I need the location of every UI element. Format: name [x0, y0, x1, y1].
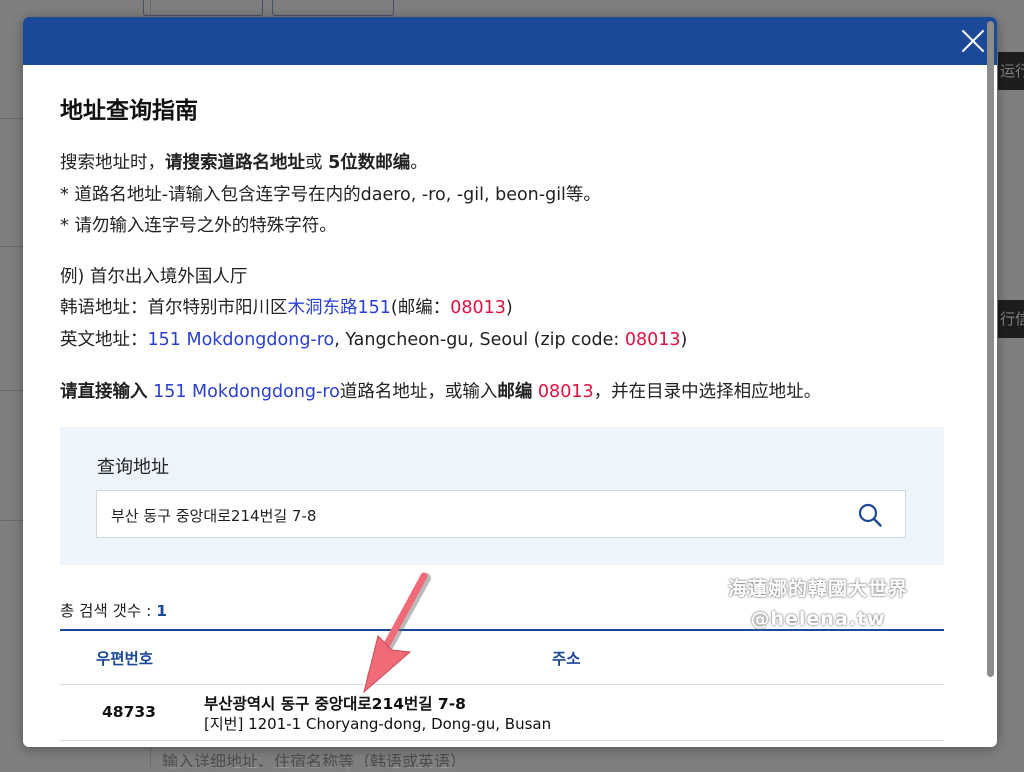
- example-english-address: 英文地址：151 Mokdongdong-ro, Yangcheon-gu, S…: [60, 326, 687, 351]
- example-heading: 例) 首尔出入境外国人厅: [60, 267, 248, 287]
- english-address-rest: , Yangcheon-gu, Seoul (zip code:: [334, 330, 625, 350]
- watermark-handle: @helena.tw: [750, 608, 886, 630]
- intro-mid: 或: [305, 153, 329, 173]
- search-label: 查询地址: [97, 457, 169, 478]
- close-icon[interactable]: [957, 25, 989, 57]
- row-road-address[interactable]: 부산광역시 동구 중앙대로214번길 7-8: [204, 692, 466, 714]
- intro-emphasis-road: 请搜索道路名地址: [165, 153, 305, 173]
- row-zip-code: 48733: [102, 703, 156, 721]
- modal-header: [23, 17, 997, 65]
- result-count-value: 1: [156, 602, 168, 620]
- column-header-zip: 우편번호: [96, 650, 154, 668]
- instruction-zip-label: 邮编: [497, 382, 533, 402]
- watermark-title: 海蓮娜的韓國大世界: [727, 578, 908, 600]
- english-road-name: 151 Mokdongdong-ro: [147, 330, 335, 350]
- english-address-suffix: ): [680, 330, 688, 350]
- watermark: 海蓮娜的韓國大世界 @helena.tw: [708, 574, 928, 634]
- table-row[interactable]: 48733 부산광역시 동구 중앙대로214번길 7-8 [지번] 1201-1…: [60, 685, 944, 741]
- korean-address-label: 韩语地址：首尔特别市阳川区: [60, 298, 288, 318]
- address-search-modal: 地址查询指南 搜索地址时，请搜索道路名地址或 5位数邮编。 * 道路名地址-请输…: [23, 17, 997, 747]
- table-header: 우편번호 주소: [60, 629, 944, 685]
- korean-zip-suffix: ): [505, 298, 513, 318]
- instruction-text: 请直接输入 151 Mokdongdong-ro道路名地址，或输入邮编 0801…: [60, 378, 821, 403]
- note-special-chars: * 请勿输入连字号之外的特殊字符。: [60, 216, 337, 236]
- search-icon[interactable]: [857, 502, 883, 528]
- korean-road-name: 木洞东路151: [287, 298, 391, 318]
- note-road-format: * 道路名地址-请输入包含连字号在内的daero, -ro, -gil, beo…: [60, 185, 601, 205]
- intro-suffix: 。: [410, 153, 428, 173]
- korean-zip-code: 08013: [450, 298, 506, 318]
- instruction-emphasis: 请直接输入: [60, 382, 148, 402]
- english-zip-code: 08013: [624, 330, 681, 350]
- scrollbar[interactable]: [987, 21, 994, 677]
- result-count-label: 총 검색 갯수 :: [60, 602, 157, 620]
- row-jibun-address: [지번] 1201-1 Choryang-dong, Dong-gu, Busa…: [204, 715, 552, 733]
- search-field: [96, 490, 906, 539]
- english-address-label: 英文地址：: [60, 330, 148, 350]
- korean-zip-prefix: (邮编：: [390, 298, 451, 318]
- column-header-address: 주소: [552, 650, 581, 668]
- instruction-road-name: 151 Mokdongdong-ro: [153, 382, 340, 402]
- search-input[interactable]: [109, 491, 843, 539]
- instruction-zip-code: 08013: [532, 382, 594, 402]
- instruction-mid: 道路名地址，或输入: [339, 382, 498, 402]
- intro-prefix: 搜索地址时，: [60, 153, 165, 173]
- result-count: 총 검색 갯수 : 1: [60, 599, 167, 621]
- example-korean-address: 韩语地址：首尔特别市阳川区木洞东路151(邮编：08013): [60, 294, 513, 319]
- instruction-suffix: ，并在目录中选择相应地址。: [593, 382, 822, 402]
- search-panel: 查询地址: [60, 427, 944, 565]
- modal-title: 地址查询指南: [60, 98, 198, 124]
- intro-emphasis-zip: 5位数邮编: [328, 153, 411, 173]
- intro-text: 搜索地址时，请搜索道路名地址或 5位数邮编。: [60, 149, 428, 174]
